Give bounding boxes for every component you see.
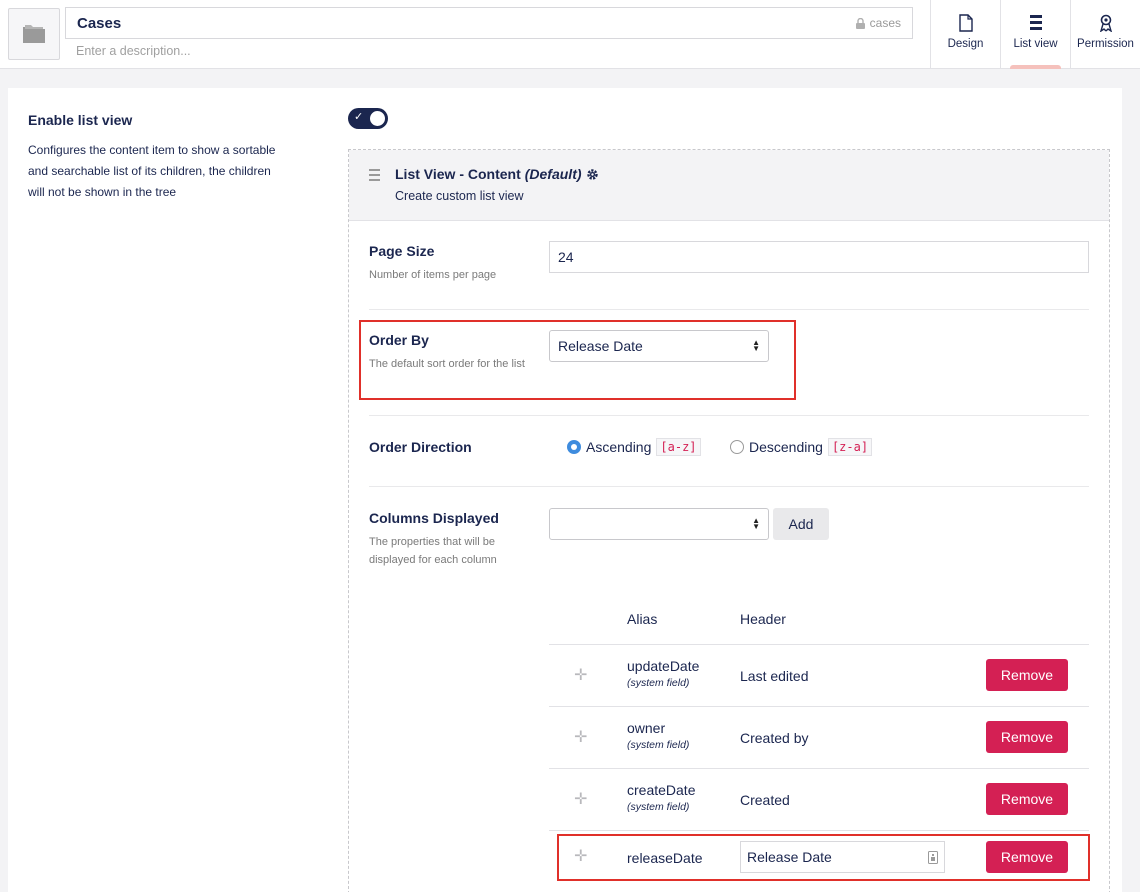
create-custom-list-view-link[interactable]: Create custom list view bbox=[395, 189, 524, 203]
tab-design[interactable]: Design bbox=[930, 0, 1000, 69]
list-view-panel: Enable list view Configures the content … bbox=[8, 88, 1122, 892]
alias-field[interactable]: cases bbox=[855, 16, 901, 30]
ascending-label: Ascending bbox=[586, 439, 652, 455]
columns-select[interactable]: ▲ ▼ bbox=[549, 508, 769, 540]
editor-header: Cases cases Enter a description... Desig… bbox=[0, 0, 1140, 69]
system-field-label: (system field) bbox=[627, 739, 690, 751]
table-row-header: Last edited bbox=[740, 668, 809, 684]
order-direction-label: Order Direction bbox=[369, 439, 472, 455]
table-divider bbox=[549, 706, 1089, 707]
add-column-button[interactable]: Add bbox=[773, 508, 829, 540]
description-input[interactable]: Enter a description... bbox=[76, 44, 191, 58]
release-date-row-highlight bbox=[557, 834, 1090, 881]
alias-column-header: Alias bbox=[627, 611, 658, 627]
table-divider bbox=[549, 768, 1089, 769]
drag-plus-icon[interactable]: ✛ bbox=[574, 665, 587, 685]
drag-plus-icon[interactable]: ✛ bbox=[574, 727, 587, 747]
descending-radio[interactable] bbox=[730, 440, 744, 454]
order-direction-ascending[interactable]: Ascending [a-z] bbox=[567, 438, 701, 456]
select-arrows-icon: ▲ ▼ bbox=[752, 516, 760, 531]
page-size-description: Number of items per page bbox=[369, 269, 497, 281]
ascending-radio[interactable] bbox=[567, 440, 581, 454]
descending-label: Descending bbox=[749, 439, 823, 455]
lock-icon bbox=[855, 17, 865, 29]
columns-displayed-label: Columns Displayed bbox=[369, 510, 499, 526]
toggle-knob bbox=[370, 111, 385, 126]
page-size-input[interactable]: 24 bbox=[549, 241, 1089, 273]
table-row-alias: updateDate (system field) bbox=[627, 658, 699, 689]
alias-value: cases bbox=[869, 16, 901, 30]
check-icon: ✓ bbox=[354, 111, 364, 123]
list-view-config: List View - Content (Default) Create cus… bbox=[348, 149, 1110, 892]
permission-icon bbox=[1099, 14, 1112, 32]
header-column-header: Header bbox=[740, 611, 786, 627]
table-divider bbox=[549, 830, 1089, 831]
tab-design-label: Design bbox=[947, 38, 984, 50]
enable-list-view-title: Enable list view bbox=[28, 112, 133, 128]
list-view-name: List View - Content bbox=[395, 166, 521, 182]
page-size-label: Page Size bbox=[369, 243, 435, 259]
remove-column-button[interactable]: Remove bbox=[986, 659, 1068, 691]
divider bbox=[369, 309, 1089, 310]
tab-list-view-label: List view bbox=[1013, 38, 1058, 50]
tab-permission[interactable]: Permission bbox=[1070, 0, 1140, 69]
descending-code: [z-a] bbox=[827, 438, 873, 456]
order-by-highlight bbox=[359, 320, 796, 400]
table-row-header: Created bbox=[740, 792, 790, 808]
tab-permission-label: Permission bbox=[1077, 38, 1134, 50]
name-input[interactable]: Cases cases bbox=[65, 7, 913, 39]
remove-column-button[interactable]: Remove bbox=[986, 783, 1068, 815]
table-divider bbox=[549, 644, 1089, 645]
editor-tabs: Design List view Permission bbox=[930, 0, 1140, 69]
table-row-alias: owner (system field) bbox=[627, 720, 689, 751]
table-row-header: Created by bbox=[740, 730, 809, 746]
tab-list-view[interactable]: List view bbox=[1000, 0, 1070, 69]
alias-text: owner bbox=[627, 720, 666, 736]
columns-displayed-description: The properties that will be displayed fo… bbox=[369, 536, 497, 566]
remove-column-button[interactable]: Remove bbox=[986, 721, 1068, 753]
system-field-label: (system field) bbox=[627, 801, 690, 813]
folder-icon-picker[interactable] bbox=[8, 8, 60, 60]
alias-text: updateDate bbox=[627, 658, 700, 674]
divider bbox=[369, 486, 1089, 487]
document-icon bbox=[958, 14, 973, 32]
alias-text: createDate bbox=[627, 782, 696, 798]
list-view-config-header: List View - Content (Default) Create cus… bbox=[349, 150, 1109, 221]
order-direction-descending[interactable]: Descending [z-a] bbox=[730, 438, 873, 456]
name-value: Cases bbox=[77, 14, 122, 32]
system-field-label: (system field) bbox=[627, 677, 690, 689]
list-view-title: List View - Content (Default) bbox=[395, 166, 599, 182]
drag-handle-icon[interactable] bbox=[369, 169, 380, 184]
table-row-alias: createDate (system field) bbox=[627, 782, 695, 813]
list-view-default-label: (Default) bbox=[524, 166, 582, 182]
folder-icon bbox=[23, 25, 45, 43]
enable-list-view-toggle[interactable]: ✓ bbox=[348, 108, 388, 129]
gear-icon[interactable] bbox=[586, 168, 599, 181]
list-icon bbox=[1029, 15, 1042, 30]
divider bbox=[369, 415, 1089, 416]
ascending-code: [a-z] bbox=[656, 438, 701, 456]
enable-list-view-description: Configures the content item to show a so… bbox=[28, 143, 276, 199]
drag-plus-icon[interactable]: ✛ bbox=[574, 789, 587, 809]
